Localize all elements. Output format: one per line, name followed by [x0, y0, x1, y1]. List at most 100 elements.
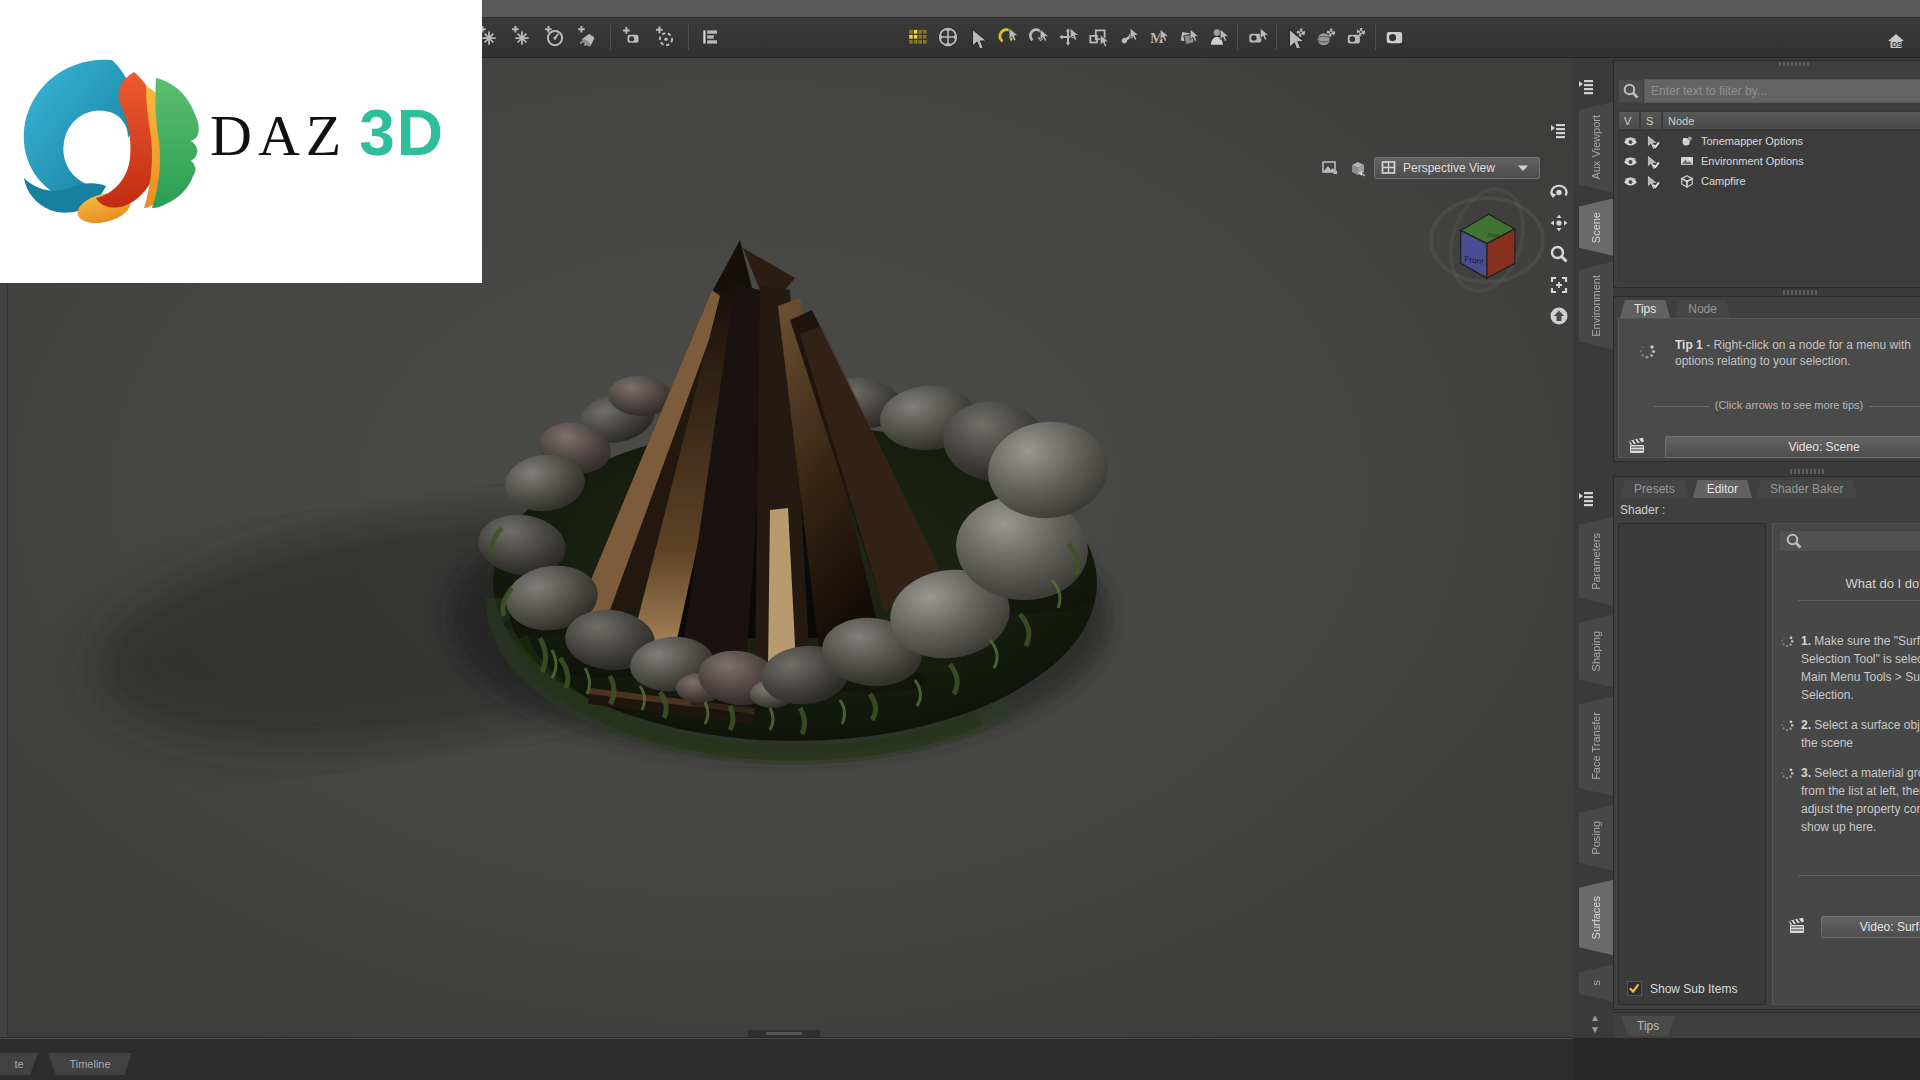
frame-icon[interactable] [1549, 275, 1569, 295]
cursor-check-icon[interactable] [1641, 173, 1663, 190]
camera-cone-plus-icon[interactable] [620, 22, 646, 52]
side-tab-environment[interactable]: Environment [1579, 262, 1613, 350]
daz-studio-home-icon[interactable]: DS [1886, 31, 1906, 51]
spotlight-plus-icon[interactable] [575, 22, 601, 52]
spinner-icon [1779, 764, 1801, 836]
cube-icon [1677, 173, 1697, 189]
tab-presets[interactable]: Presets [1620, 480, 1689, 498]
more-tips-label: (Click arrows to see more tips) [1619, 399, 1920, 411]
clapperboard-icon [1787, 917, 1807, 937]
toolbar-group-tools: M [905, 22, 1408, 52]
cursor-icon[interactable] [965, 22, 991, 52]
tips-panel: TipsNode Tip 1 - Right-click on a node f… [1613, 296, 1920, 462]
m-cursor-icon[interactable]: M [1145, 22, 1171, 52]
property-search[interactable] [1779, 530, 1920, 552]
gauge-plus-icon[interactable] [542, 22, 568, 52]
pane-options-icon[interactable] [1548, 120, 1568, 140]
eye-icon[interactable] [1619, 173, 1641, 190]
camera-cube-icon[interactable] [1348, 158, 1368, 178]
globe-move-icon[interactable] [935, 22, 961, 52]
video-scene-button[interactable]: Video: Scene [1665, 436, 1920, 458]
toolbar-divider [1276, 24, 1277, 50]
scene-filter-input[interactable] [1644, 79, 1920, 103]
side-tab-surfaces[interactable]: Surfaces [1579, 880, 1613, 955]
camera-gear-icon[interactable] [1343, 22, 1369, 52]
align-list-icon[interactable] [698, 22, 724, 52]
sphere-gear-icon[interactable] [1313, 22, 1339, 52]
tab-node[interactable]: Node [1674, 300, 1731, 318]
side-tab-scene[interactable]: Scene [1579, 199, 1613, 256]
tips-bar-arrows[interactable]: ▲▼ [1580, 1012, 1610, 1036]
shader-help-pane: What do I do? 1. Make sure the "Surface … [1772, 523, 1920, 1005]
side-tab-aux-viewport[interactable]: Aux Viewport [1579, 102, 1613, 193]
side-tab-parameters[interactable]: Parameters [1579, 517, 1613, 606]
shader-label: Shader : [1620, 503, 1665, 517]
orbit-plus-icon[interactable] [653, 22, 679, 52]
side-tabs-top: Aux Viewport Scene Environment [1576, 58, 1613, 356]
home-icon[interactable] [1549, 306, 1569, 326]
show-sub-items[interactable]: Show Sub Items [1627, 981, 1737, 996]
tab-timeline[interactable]: Timeline [48, 1053, 132, 1075]
bone-icon[interactable] [1115, 22, 1141, 52]
toolbar-group-create [476, 22, 724, 52]
scene-node-campfire[interactable]: Campfire [1619, 171, 1920, 191]
scene-node-environment-options[interactable]: Environment Options [1619, 151, 1920, 171]
zoom-icon[interactable] [1549, 244, 1569, 264]
tip-text: Tip 1 - Right-click on a node for a menu… [1675, 337, 1920, 369]
cursor-gear-icon[interactable] [1283, 22, 1309, 52]
rotate-icon[interactable] [1025, 22, 1051, 52]
view-cube[interactable]: Top Front [1415, 178, 1555, 303]
divider [1798, 600, 1920, 601]
eye-icon[interactable] [1619, 153, 1641, 170]
splitter-grip[interactable] [1783, 290, 1817, 295]
camera-icon[interactable] [1382, 22, 1408, 52]
material-group-list[interactable]: Show Sub Items [1618, 523, 1766, 1005]
viewport-splitter-grip[interactable] [748, 1030, 820, 1037]
rotate-cursor-icon[interactable] [995, 22, 1021, 52]
dock-menu-icon[interactable] [1576, 488, 1613, 508]
col-node: Node [1662, 111, 1920, 130]
scale-icon[interactable] [1085, 22, 1111, 52]
tab-editor[interactable]: Editor [1693, 480, 1752, 498]
daz3d-logo-panel: DAZ3D [0, 0, 482, 283]
cursor-check-icon[interactable] [1641, 133, 1663, 150]
render-preview-icon[interactable] [1320, 158, 1340, 178]
move-icon[interactable] [1055, 22, 1081, 52]
dock-menu-icon[interactable] [1576, 76, 1613, 96]
layers-icon[interactable] [1175, 22, 1201, 52]
splitter-grip[interactable] [1790, 469, 1824, 474]
checkbox-checked-icon[interactable] [1627, 981, 1642, 996]
side-tab-s[interactable]: s [1579, 964, 1613, 1002]
scene-node-tonemapper-options[interactable]: Tonemapper Options [1619, 131, 1920, 151]
help-step: 3. Select a material group from the list… [1779, 764, 1920, 836]
side-tab-face-transfer[interactable]: Face Transfer [1579, 696, 1613, 796]
editor-panel: PresetsEditorShader Baker Shader : Show … [1613, 476, 1920, 1010]
sparkle-plus-icon[interactable] [509, 22, 535, 52]
orbit-icon[interactable] [1549, 182, 1569, 202]
side-tab-posing[interactable]: Posing [1579, 805, 1613, 871]
eye-icon[interactable] [1619, 133, 1641, 150]
toolbar-divider [610, 24, 611, 50]
grid-icon[interactable] [905, 22, 931, 52]
scene-panel: V S Node Tonemapper OptionsEnvironment O… [1613, 60, 1920, 288]
panel-grip[interactable] [1779, 62, 1809, 66]
view-selector-dropdown[interactable]: Perspective View [1374, 157, 1540, 179]
video-surfaces-button[interactable]: Video: Surfaces [1821, 916, 1920, 938]
tab-pose-animate[interactable]: te [0, 1053, 38, 1075]
tab-tips[interactable]: Tips [1620, 300, 1670, 318]
toolbar-divider [688, 24, 689, 50]
camera-plus-icon[interactable] [1244, 22, 1270, 52]
side-tab-shaping[interactable]: Shaping [1579, 615, 1613, 687]
tab-tips-bottom[interactable]: Tips [1621, 1016, 1675, 1036]
cursor-check-icon[interactable] [1641, 153, 1663, 170]
daz3d-logo-swirl [16, 58, 216, 223]
clapperboard-icon [1627, 437, 1647, 457]
person-icon[interactable] [1205, 22, 1231, 52]
help-step: 1. Make sure the "Surface Selection Tool… [1779, 632, 1920, 704]
tab-shader-baker[interactable]: Shader Baker [1756, 480, 1857, 498]
environment-icon [1677, 153, 1697, 169]
divider [1798, 875, 1920, 876]
spinner-icon [1637, 341, 1657, 361]
pan-icon[interactable] [1549, 213, 1569, 233]
viewport-tool-strip [1544, 182, 1574, 326]
